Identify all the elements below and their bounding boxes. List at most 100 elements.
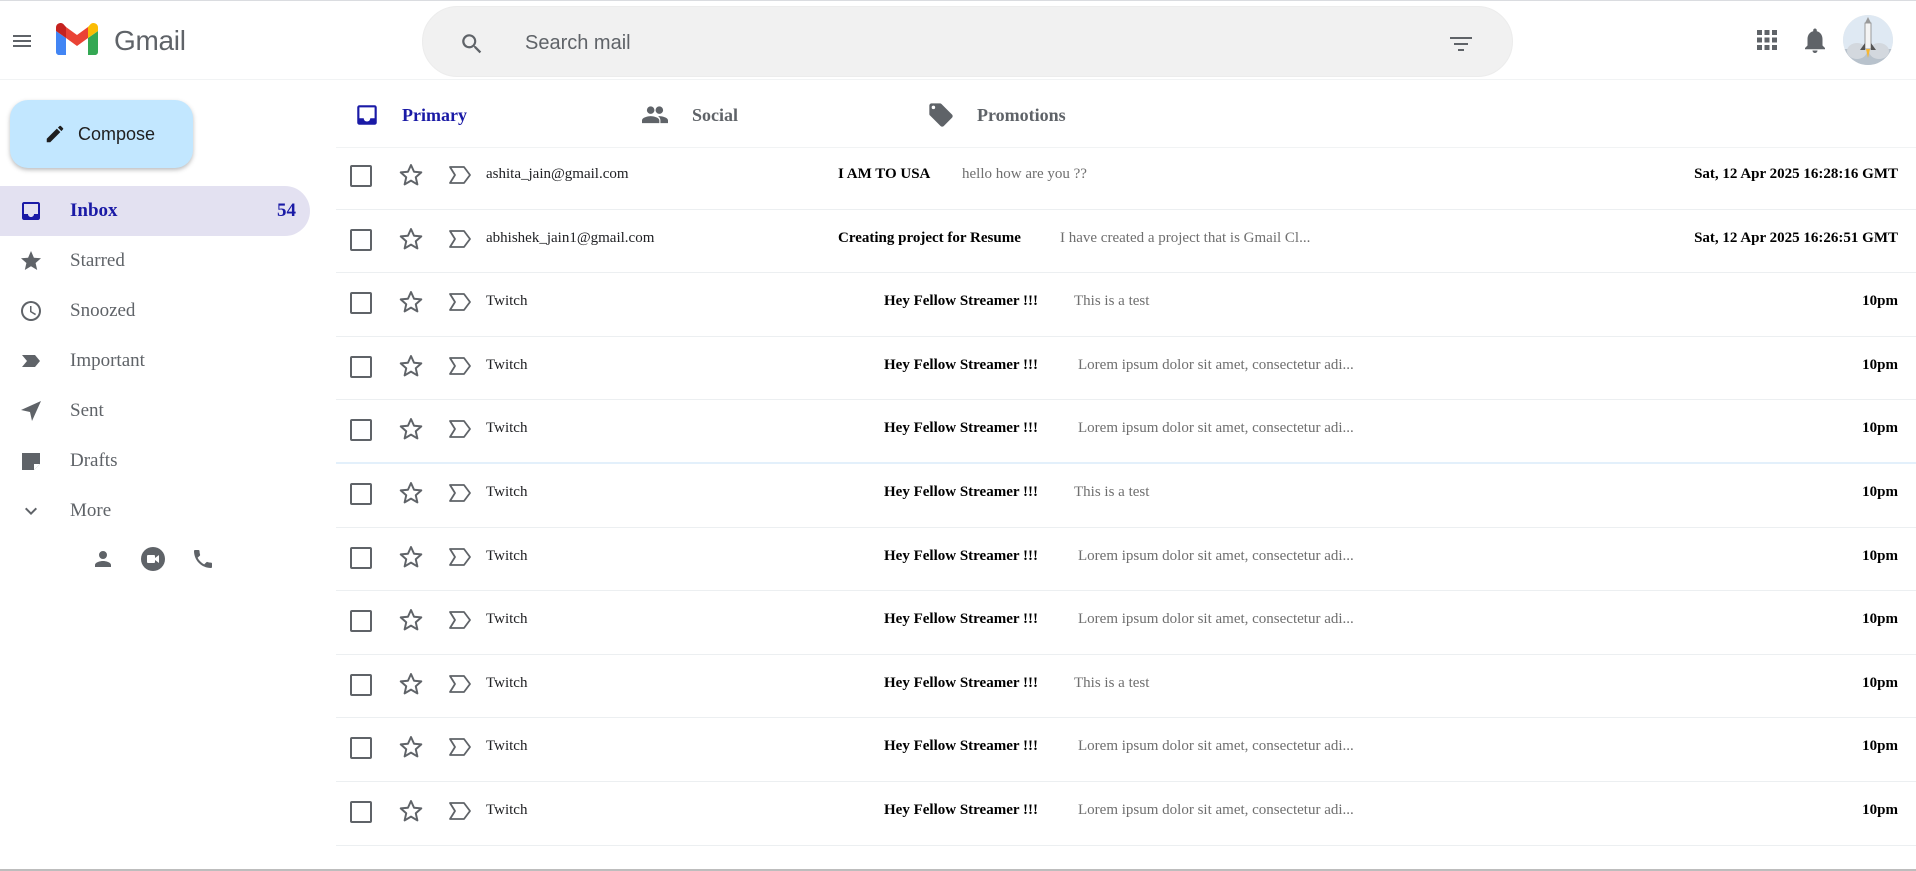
important-marker-icon[interactable]: [448, 419, 472, 439]
star-icon[interactable]: [398, 226, 424, 252]
top-bar: Gmail: [0, 0, 1916, 80]
search-options-icon[interactable]: [1449, 35, 1473, 53]
email-sender: Twitch: [486, 738, 528, 755]
email-subject: Hey Fellow Streamer !!!: [884, 293, 1038, 310]
email-snippet: Lorem ipsum dolor sit amet, consectetur …: [1078, 738, 1354, 755]
sidebar-item-label: Snoozed: [70, 300, 136, 321]
select-checkbox[interactable]: [350, 737, 372, 760]
important-marker-icon[interactable]: [448, 292, 472, 312]
select-checkbox[interactable]: [350, 800, 372, 823]
select-checkbox[interactable]: [350, 228, 372, 251]
important-marker-icon[interactable]: [448, 674, 472, 694]
email-snippet: hello how are you ??: [962, 166, 1087, 182]
email-row[interactable]: Twitch Hey Fellow Streamer !!! Lorem ipsum…: [336, 528, 1916, 592]
email-subject: Hey Fellow Streamer !!!: [884, 547, 1038, 564]
email-row[interactable]: Twitch Hey Fellow Streamer !!! Lorem ipsum…: [336, 400, 1916, 464]
important-marker-icon[interactable]: [448, 547, 472, 567]
important-marker-icon[interactable]: [448, 737, 472, 757]
tab-social[interactable]: Social: [640, 82, 738, 148]
sidebar-item-drafts[interactable]: Drafts: [0, 436, 310, 486]
pencil-icon: [46, 125, 64, 143]
star-icon[interactable]: [398, 671, 424, 697]
email-subject: Hey Fellow Streamer !!!: [884, 801, 1038, 818]
star-icon[interactable]: [398, 480, 424, 506]
star-icon[interactable]: [398, 734, 424, 760]
email-row[interactable]: abhishek_jain1@gmail.com Creating project…: [336, 210, 1916, 274]
email-row[interactable]: ashita_jain@gmail.com I AM TO USA hello ho…: [336, 146, 1916, 210]
email-row[interactable]: Twitch Hey Fellow Streamer !!! Lorem ipsum…: [336, 591, 1916, 655]
select-checkbox[interactable]: [350, 419, 372, 442]
important-marker-icon[interactable]: [448, 483, 472, 503]
star-icon[interactable]: [398, 416, 424, 442]
apps-grid-icon[interactable]: [1755, 28, 1779, 52]
tab-promotions[interactable]: Promotions: [927, 82, 1066, 148]
tab-label: Primary: [402, 104, 467, 125]
star-icon[interactable]: [398, 289, 424, 315]
important-marker-icon[interactable]: [448, 610, 472, 630]
sidebar-item-starred[interactable]: Starred: [0, 236, 310, 286]
email-date: 10pm: [1862, 801, 1898, 818]
compose-button[interactable]: Compose: [10, 100, 193, 168]
email-date: 10pm: [1862, 293, 1898, 310]
select-checkbox[interactable]: [350, 482, 372, 505]
gmail-logo-icon[interactable]: [56, 23, 98, 55]
select-checkbox[interactable]: [350, 292, 372, 315]
star-icon[interactable]: [398, 798, 424, 824]
email-sender: Twitch: [486, 483, 528, 500]
email-row[interactable]: Twitch Hey Fellow Streamer !!! This is a t…: [336, 655, 1916, 719]
hamburger-menu-icon[interactable]: [10, 29, 34, 53]
select-checkbox[interactable]: [350, 355, 372, 378]
sidebar-item-important[interactable]: Important: [0, 336, 310, 386]
email-snippet: Lorem ipsum dolor sit amet, consectetur …: [1078, 547, 1354, 564]
app-name: Gmail: [114, 25, 186, 56]
sidebar-item-inbox[interactable]: Inbox 54: [0, 186, 310, 236]
email-row[interactable]: Twitch Hey Fellow Streamer !!! This is a t…: [336, 273, 1916, 337]
important-marker-icon[interactable]: [448, 229, 472, 249]
sidebar-item-sent[interactable]: Sent: [0, 386, 310, 436]
video-icon[interactable]: [140, 546, 166, 572]
email-row[interactable]: Twitch Hey Fellow Streamer !!! This is a t…: [336, 464, 1916, 528]
email-snippet: Lorem ipsum dolor sit amet, consectetur …: [1078, 611, 1354, 628]
email-subject: Hey Fellow Streamer !!!: [884, 738, 1038, 755]
important-icon: [18, 348, 44, 374]
tab-primary[interactable]: Primary: [354, 82, 467, 148]
tab-label: Social: [692, 104, 739, 125]
drafts-icon: [18, 448, 44, 474]
important-marker-icon[interactable]: [448, 801, 472, 821]
select-checkbox[interactable]: [350, 673, 372, 696]
phone-icon[interactable]: [190, 546, 216, 572]
select-checkbox[interactable]: [350, 610, 372, 633]
notifications-bell-icon[interactable]: [1803, 28, 1827, 54]
avatar-rocket-icon: [1843, 15, 1893, 65]
select-checkbox[interactable]: [350, 546, 372, 569]
sidebar-item-label: Drafts: [70, 450, 118, 471]
search-input[interactable]: [525, 25, 1325, 61]
email-date: Sat, 12 Apr 2025 16:26:51 GMT: [1694, 229, 1898, 246]
star-icon: [18, 248, 44, 274]
important-marker-icon[interactable]: [448, 356, 472, 376]
email-row[interactable]: Twitch Hey Fellow Streamer !!! Lorem ipsum…: [336, 337, 1916, 401]
person-icon[interactable]: [90, 546, 116, 572]
star-icon[interactable]: [398, 607, 424, 633]
star-icon[interactable]: [398, 544, 424, 570]
people-icon: [642, 106, 668, 124]
email-sender: Twitch: [486, 801, 528, 818]
star-icon[interactable]: [398, 162, 424, 188]
email-snippet: This is a test: [1074, 293, 1150, 310]
tag-icon: [929, 103, 953, 127]
tab-label: Promotions: [977, 104, 1066, 125]
chevron-down-icon: [18, 498, 44, 524]
email-sender: ashita_jain@gmail.com: [486, 166, 629, 182]
sidebar-item-more[interactable]: More: [0, 486, 310, 536]
important-marker-icon[interactable]: [448, 165, 472, 185]
search-icon[interactable]: [459, 31, 485, 57]
star-icon[interactable]: [398, 353, 424, 379]
select-checkbox[interactable]: [350, 165, 372, 187]
email-row[interactable]: Twitch Hey Fellow Streamer !!! Lorem ipsum…: [336, 718, 1916, 782]
email-subject: Hey Fellow Streamer !!!: [884, 420, 1038, 437]
sidebar-item-snoozed[interactable]: Snoozed: [0, 286, 310, 336]
avatar[interactable]: [1843, 15, 1893, 65]
email-row[interactable]: Twitch Hey Fellow Streamer !!! Lorem ipsum…: [336, 782, 1916, 846]
email-snippet: I have created a project that is Gmail C…: [1060, 229, 1311, 246]
email-date: Sat, 12 Apr 2025 16:28:16 GMT: [1694, 166, 1898, 182]
